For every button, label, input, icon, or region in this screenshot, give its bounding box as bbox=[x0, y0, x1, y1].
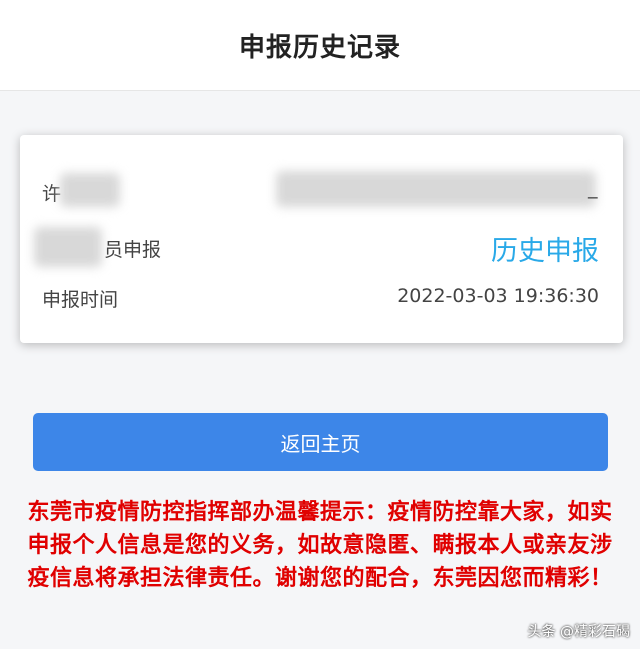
time-label: 申报时间 bbox=[42, 289, 119, 311]
watermark: 头条 @精彩石碣 bbox=[527, 624, 630, 640]
time-value: 2022-03-03 19:36:30 bbox=[397, 285, 599, 307]
declaration-type: 员申报 bbox=[104, 239, 162, 261]
page-header: 申报历史记录 bbox=[0, 0, 640, 91]
history-link[interactable]: 历史申报 bbox=[491, 229, 599, 268]
record-card: 许 _ 员申报 历史申报 申报时间 2022-03-03 19:36:30 bbox=[20, 135, 623, 343]
page-title: 申报历史记录 bbox=[238, 32, 401, 63]
notice-text: 东莞市疫情防控指挥部办温馨提示：疫情防控靠大家，如实申报个人信息是您的义务，如故… bbox=[27, 500, 613, 591]
redacted-id bbox=[276, 171, 596, 207]
name-prefix: 许 bbox=[42, 183, 62, 205]
redacted-type bbox=[34, 227, 102, 267]
return-home-label: 返回主页 bbox=[280, 431, 361, 456]
redacted-name bbox=[60, 173, 120, 207]
return-home-button[interactable]: 返回主页 bbox=[33, 413, 608, 471]
id-suffix: _ bbox=[588, 177, 598, 199]
